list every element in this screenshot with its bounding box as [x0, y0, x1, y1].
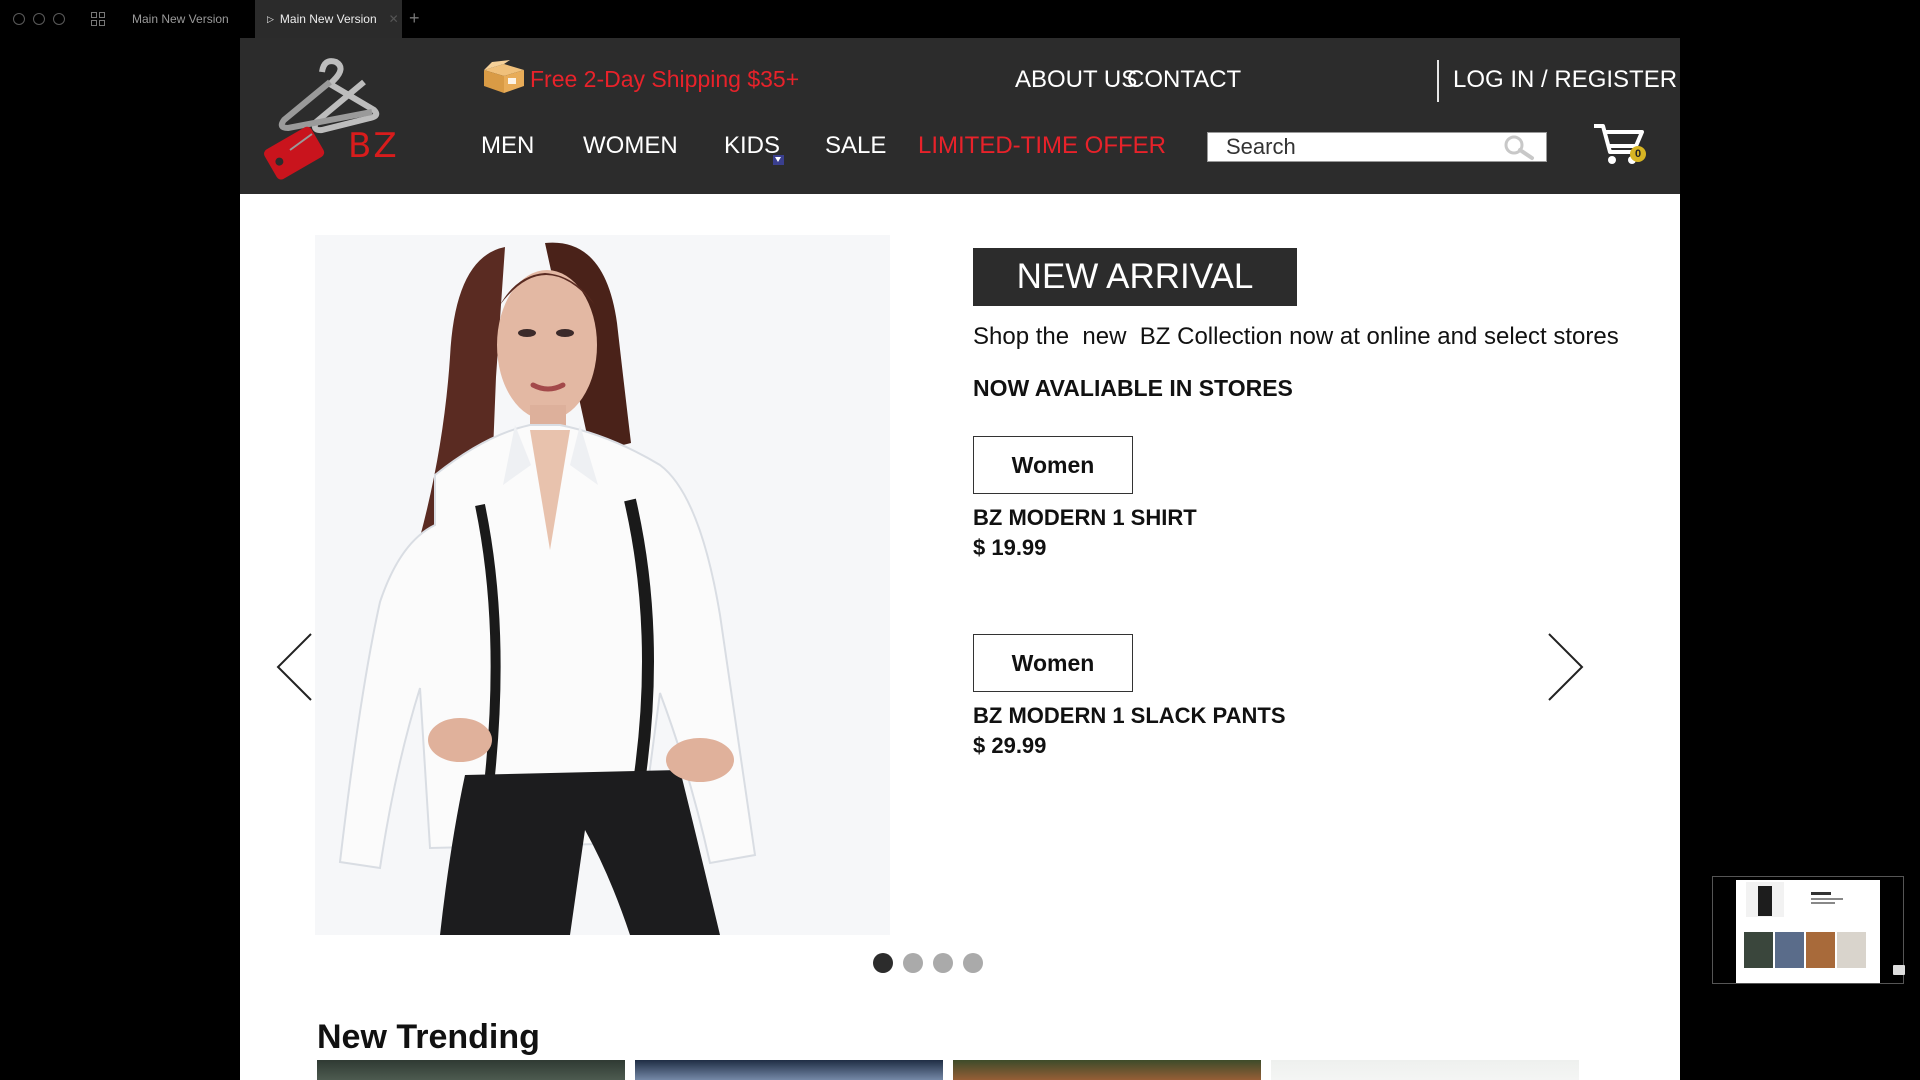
product-price: $ 19.99 — [973, 535, 1047, 560]
hero-description: Shop the new BZ Collection now at online… — [973, 323, 1619, 350]
page-minimap[interactable] — [1712, 876, 1905, 984]
new-arrival-badge: NEW ARRIVAL — [973, 248, 1297, 306]
trending-product-image[interactable] — [1271, 1060, 1579, 1080]
about-us-link[interactable]: ABOUT US — [1015, 66, 1137, 94]
product-price: $ 29.99 — [973, 733, 1047, 758]
carousel-prev-icon[interactable] — [275, 632, 315, 702]
product-name[interactable]: BZ MODERN 1 SLACK PANTS — [973, 703, 1286, 729]
window-zoom-dot[interactable] — [53, 13, 65, 25]
carousel-dot-4[interactable] — [963, 953, 983, 973]
minimap-image-icon[interactable] — [1893, 965, 1905, 975]
carousel-dot-3[interactable] — [933, 953, 953, 973]
carousel-dot-2[interactable] — [903, 953, 923, 973]
play-icon: ▷ — [267, 13, 274, 24]
trending-product-image[interactable] — [635, 1060, 943, 1080]
kids-dropdown-icon[interactable] — [773, 155, 784, 165]
prototype-canvas: BZ Free 2-Day Shipping $35+ ABOUT US CON… — [240, 38, 1680, 1080]
window-minimize-dot[interactable] — [33, 13, 45, 25]
tab-inactive[interactable]: Main New Version — [120, 0, 255, 38]
logo-text: BZ — [348, 126, 399, 166]
window-close-dot[interactable] — [13, 13, 25, 25]
product-name[interactable]: BZ MODERN 1 SHIRT — [973, 505, 1197, 531]
nav-men[interactable]: MEN — [481, 132, 534, 160]
tab-label: Main New Version — [279, 12, 377, 26]
tab-active[interactable]: ▷ Main New Version ✕ — [255, 0, 402, 38]
header-divider — [1437, 60, 1439, 102]
shipping-promo[interactable]: Free 2-Day Shipping $35+ — [530, 66, 799, 93]
women-category-button[interactable]: Women — [973, 436, 1133, 494]
trending-product-image[interactable] — [953, 1060, 1261, 1080]
trending-heading: New Trending — [317, 1018, 540, 1056]
close-tab-icon[interactable]: ✕ — [389, 12, 399, 26]
site-header: BZ Free 2-Day Shipping $35+ ABOUT US CON… — [240, 38, 1680, 194]
login-register-link[interactable]: LOG IN / REGISTER — [1453, 66, 1677, 94]
search-icon[interactable] — [1502, 135, 1536, 161]
logo-hanger-icon[interactable] — [260, 52, 400, 187]
nav-kids[interactable]: KIDS — [724, 132, 780, 160]
new-tab-icon[interactable]: + — [409, 8, 420, 29]
women-category-button[interactable]: Women — [973, 634, 1133, 692]
carousel-dot-1[interactable] — [873, 953, 893, 973]
contact-link[interactable]: CONTACT — [1127, 66, 1241, 94]
grid-icon[interactable] — [91, 12, 105, 26]
shipping-box-icon — [484, 60, 524, 93]
search-input[interactable] — [1207, 132, 1547, 162]
nav-women[interactable]: WOMEN — [583, 132, 678, 160]
nav-limited-offer[interactable]: LIMITED-TIME OFFER — [918, 132, 1166, 160]
trending-product-image[interactable] — [317, 1060, 625, 1080]
carousel-next-icon[interactable] — [1545, 632, 1585, 702]
tab-label: Main New Version — [132, 12, 229, 26]
viewer-toolbar: Main New Version ▷ Main New Version ✕ + — [0, 0, 1920, 38]
cart-count-badge: 0 — [1630, 146, 1646, 162]
nav-sale[interactable]: SALE — [825, 132, 886, 160]
hero-model-image — [315, 235, 890, 935]
minimap-preview — [1736, 880, 1880, 983]
hero-subheading: NOW AVALIABLE IN STORES — [973, 375, 1293, 401]
